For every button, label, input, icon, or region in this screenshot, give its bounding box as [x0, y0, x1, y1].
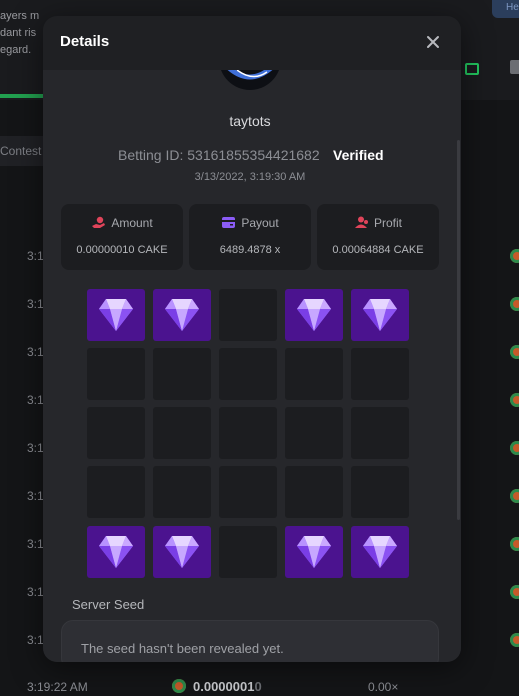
gem-tile — [153, 526, 211, 578]
coin-icon — [510, 489, 519, 503]
gem-tile — [285, 526, 343, 578]
coin-icon — [510, 633, 519, 647]
coin-icon — [510, 297, 519, 311]
gem-icon — [297, 299, 331, 331]
gem-icon — [99, 536, 133, 568]
empty-tile — [219, 407, 277, 459]
server-seed-label: Server Seed — [72, 597, 145, 612]
coin-icon — [172, 679, 186, 693]
payout-value: 6489.4878 x — [219, 244, 281, 256]
empty-tile — [219, 348, 277, 400]
gem-tile — [351, 526, 409, 578]
empty-tile — [351, 348, 409, 400]
progress-bar — [0, 94, 44, 98]
close-button[interactable] — [423, 32, 443, 52]
gem-tile — [87, 289, 145, 341]
payout-label: Payout — [241, 216, 279, 230]
close-icon — [427, 36, 439, 48]
amount-label: Amount — [111, 216, 153, 230]
gem-icon — [297, 536, 331, 568]
betting-id: Betting ID: 53161855354421682 — [118, 147, 320, 163]
empty-tile — [87, 407, 145, 459]
username: taytots — [229, 113, 271, 129]
modal-header: Details — [43, 16, 461, 70]
hand-coin-icon — [92, 216, 106, 228]
profit-header: Profit — [317, 216, 439, 230]
gem-tile — [87, 526, 145, 578]
coin-icon — [510, 585, 519, 599]
row-amount-value: 0.0000001 — [193, 679, 255, 694]
empty-tile — [153, 407, 211, 459]
bet-datetime: 3/13/2022, 3:19:30 AM — [194, 171, 306, 183]
modal-title: Details — [60, 33, 110, 50]
empty-tile — [285, 407, 343, 459]
gem-icon — [363, 536, 397, 568]
tab-contest[interactable]: Contest — [0, 136, 48, 166]
empty-tile — [87, 348, 145, 400]
empty-tile — [219, 466, 277, 518]
profit-label: Profit — [373, 216, 402, 230]
row-multiplier: 0.00× — [368, 680, 399, 694]
modal-body: taytots Betting ID: 53161855354421682 Ve… — [43, 70, 461, 662]
wallet-icon — [222, 217, 236, 228]
gem-icon — [165, 299, 199, 331]
empty-tile — [153, 348, 211, 400]
help-button[interactable]: He — [492, 0, 519, 18]
verified-badge: Verified — [333, 147, 384, 163]
amount-card: Amount 0.00000010 CAKE — [61, 204, 183, 270]
payout-card: Payout 6489.4878 x — [189, 204, 311, 270]
server-seed-field[interactable]: The seed hasn't been revealed yet. — [61, 620, 439, 662]
profit-card: Profit 0.00064884 CAKE — [317, 204, 439, 270]
empty-tile — [87, 466, 145, 518]
empty-tile — [285, 466, 343, 518]
empty-tile — [351, 466, 409, 518]
empty-tile — [285, 348, 343, 400]
gem-tile — [351, 289, 409, 341]
user-coin-icon — [354, 216, 368, 228]
server-seed-value: The seed hasn't been revealed yet. — [81, 641, 284, 656]
empty-tile — [219, 526, 277, 578]
gem-icon — [165, 536, 199, 568]
payout-header: Payout — [189, 216, 311, 230]
coin-icon — [510, 441, 519, 455]
row-amount: 0.00000010 — [193, 679, 262, 694]
avatar — [219, 70, 281, 90]
bet-row[interactable]: 3:19:22 AM 0.00000010 0.00× — [0, 672, 519, 696]
gem-tile — [153, 289, 211, 341]
amount-value: 0.00000010 CAKE — [76, 244, 168, 256]
amount-header: Amount — [61, 216, 183, 230]
empty-tile — [351, 407, 409, 459]
scrollbar[interactable] — [457, 140, 460, 520]
gem-icon — [363, 299, 397, 331]
empty-tile — [219, 289, 277, 341]
coin-icon — [510, 537, 519, 551]
row-amount-faded: 0 — [254, 679, 262, 694]
gem-tile — [285, 289, 343, 341]
keyboard-icon[interactable] — [465, 63, 479, 75]
profit-value: 0.00064884 CAKE — [332, 244, 424, 256]
gem-icon — [99, 299, 133, 331]
coin-icon — [510, 345, 519, 359]
lock-icon[interactable] — [510, 60, 519, 74]
details-modal: Details taytots Betting ID: 531618553544… — [43, 16, 461, 662]
empty-tile — [153, 466, 211, 518]
coin-icon — [510, 249, 519, 263]
coin-icon — [510, 393, 519, 407]
row-time: 3:19:22 AM — [27, 680, 88, 694]
